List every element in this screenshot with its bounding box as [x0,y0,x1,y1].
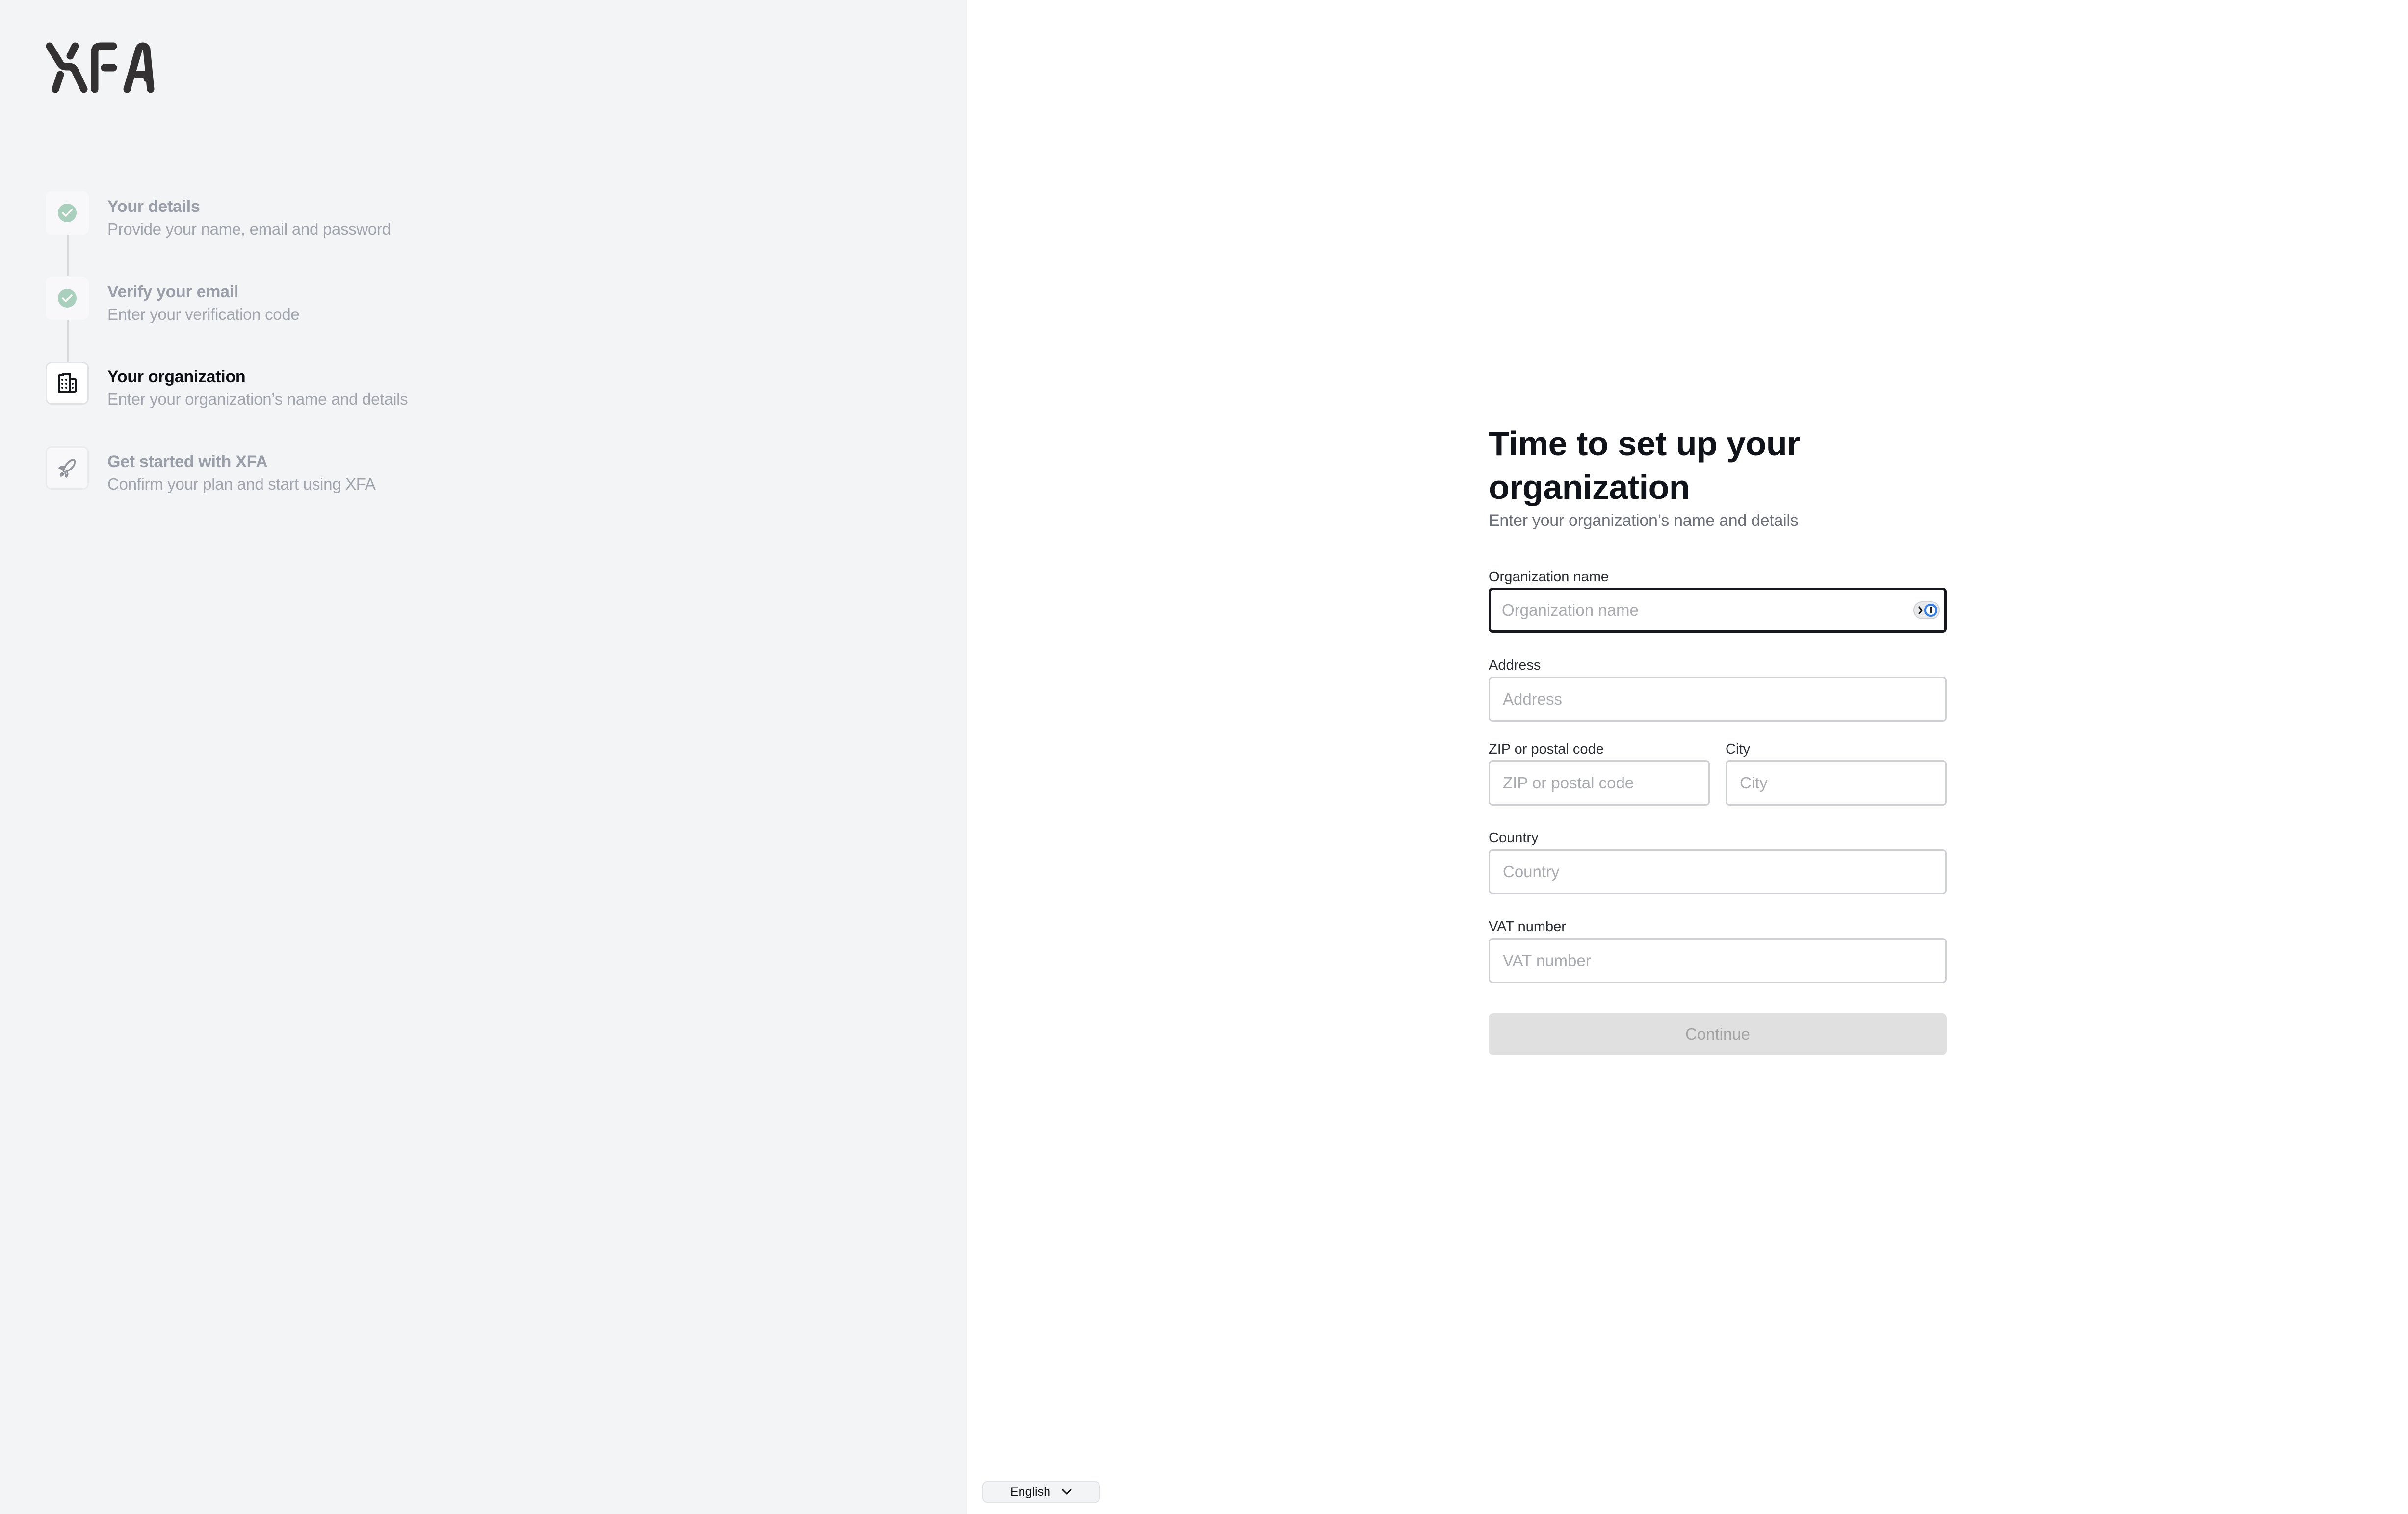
organization-name-label: Organization name [1489,569,1609,585]
language-selected: English [1010,1485,1050,1499]
step-title: Verify your email [107,283,239,301]
step-description: Confirm your plan and start using XFA [107,475,376,493]
zip-label: ZIP or postal code [1489,741,1604,757]
step-get-started: Get started with XFA Confirm your plan a… [46,446,782,493]
password-manager-icon[interactable] [1913,601,1940,619]
address-input[interactable] [1489,677,1947,722]
address-label: Address [1489,657,1541,673]
chevron-down-icon [1062,1489,1072,1495]
check-circle-icon [58,204,77,222]
city-input[interactable] [1726,760,1947,806]
vat-input[interactable] [1489,938,1947,983]
step-your-organization: Your organization Enter your organizatio… [46,362,782,408]
step-your-details: Your details Provide your name, email an… [46,191,782,238]
step-connector [67,235,69,276]
step-status-box [46,446,89,490]
vat-label: VAT number [1489,919,1566,935]
country-input[interactable] [1489,849,1947,894]
step-description: Provide your name, email and password [107,220,391,238]
organization-name-input[interactable] [1489,588,1947,633]
zip-input[interactable] [1489,760,1710,806]
step-description: Enter your organization’s name and detai… [107,390,408,408]
building-icon [58,373,77,393]
step-title: Your organization [107,367,246,386]
step-title: Your details [107,197,200,216]
step-status-box [46,362,89,405]
organization-name-wrapper [1489,588,1947,633]
rocket-icon [58,459,76,478]
city-label: City [1726,741,1750,757]
country-label: Country [1489,830,1539,846]
xfa-logo [46,42,155,93]
step-connector [67,320,69,362]
step-verify-email: Verify your email Enter your verificatio… [46,277,782,323]
onboarding-sidebar: Your details Provide your name, email an… [0,0,967,1514]
continue-button[interactable]: Continue [1489,1013,1947,1055]
step-status-box [46,277,89,320]
step-status-box [46,191,89,235]
form-fields: Organization name Address ZIP or postal … [1489,0,1947,1514]
step-title: Get started with XFA [107,452,268,471]
check-circle-icon [58,289,77,308]
language-select[interactable]: English [982,1481,1100,1503]
step-description: Enter your verification code [107,305,300,323]
